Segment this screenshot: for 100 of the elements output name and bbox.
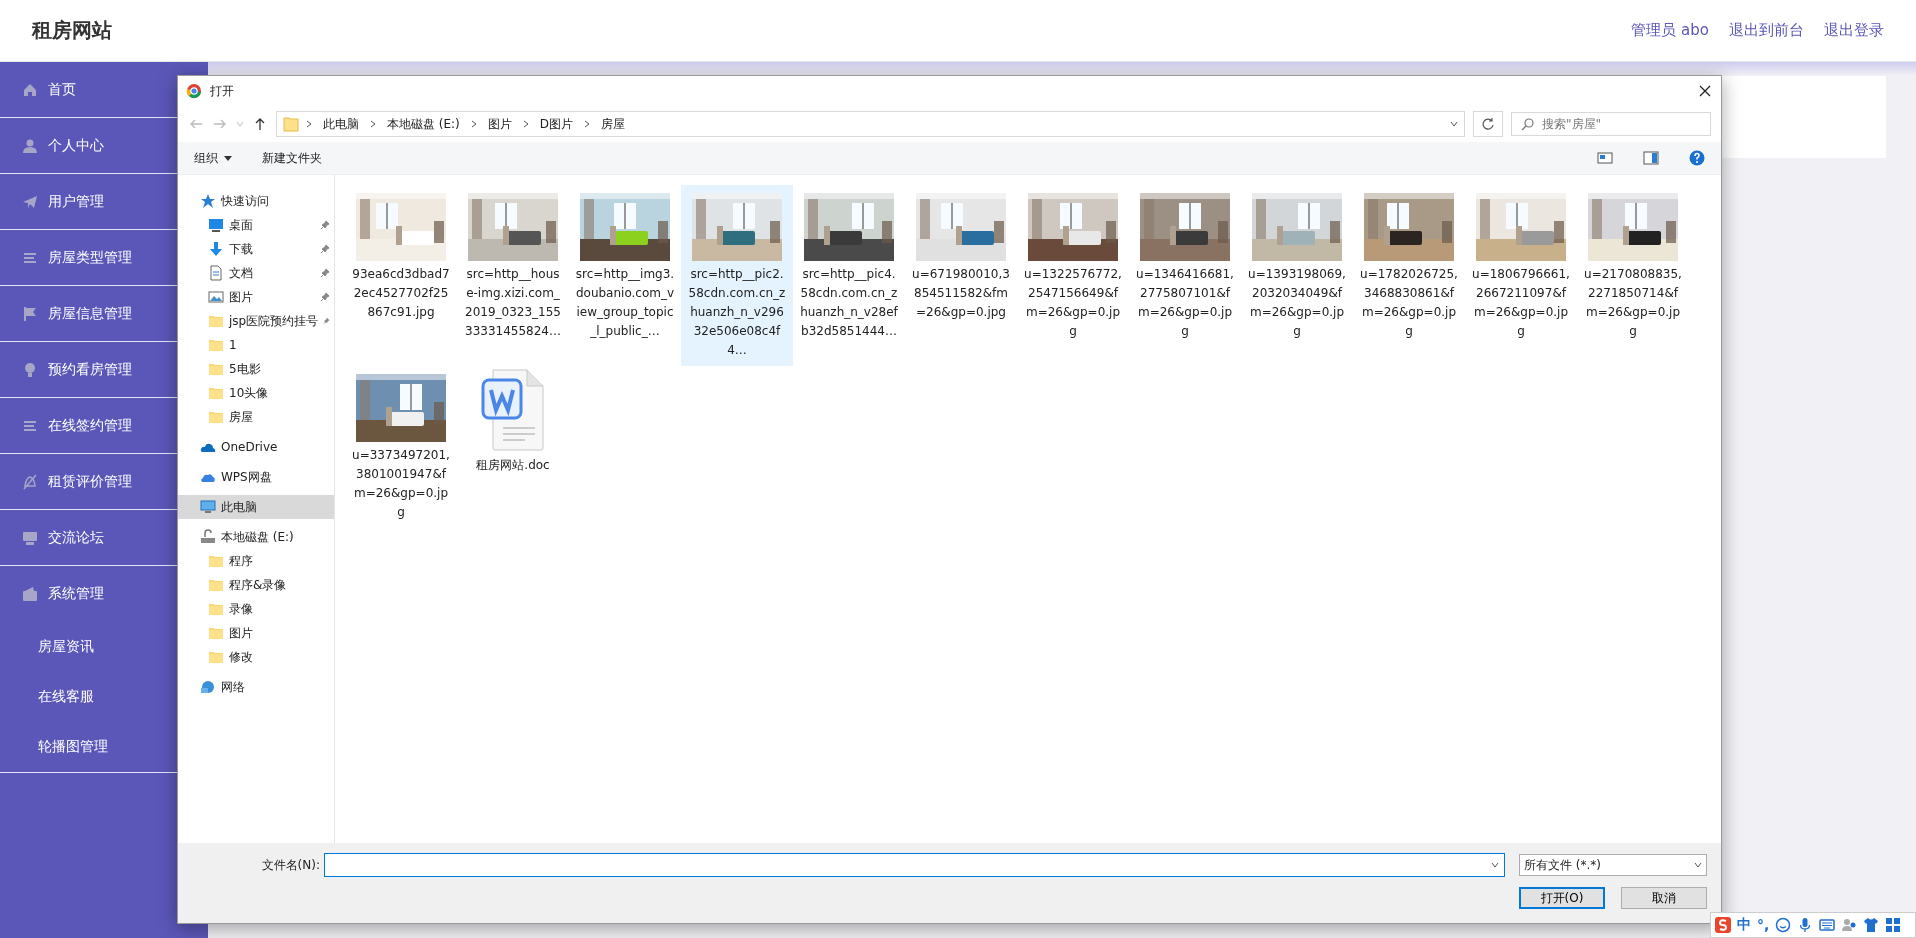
pictures-icon xyxy=(208,289,224,305)
search-icon xyxy=(1520,116,1536,132)
site-title: 租房网站 xyxy=(32,17,113,44)
file-name: src=http__pic2.58cdn.com.cn_zhuanzh_n_v29632e506e08c4f4… xyxy=(687,266,787,359)
file-name: u=1322576772,2547156649&fm=26&gp=0.jpg xyxy=(1023,266,1123,340)
menu-icon xyxy=(22,193,38,210)
chevron-icon xyxy=(583,120,592,128)
file-item[interactable]: src=http__pic2.58cdn.com.cn_zhuanzh_n_v29632e506e08c4f4… xyxy=(681,185,793,366)
grid-icon[interactable] xyxy=(1885,917,1902,933)
folder-icon xyxy=(208,313,224,329)
header-link[interactable]: 管理员 abo xyxy=(1631,21,1709,40)
file-item[interactable]: u=1346416681,2775807101&fm=26&gp=0.jpg xyxy=(1129,185,1241,366)
new-folder-button[interactable]: 新建文件夹 xyxy=(262,149,322,167)
chevron-icon xyxy=(369,120,377,128)
file-item[interactable]: u=671980010,3854511582&fm=26&gp=0.jpg xyxy=(905,185,1017,366)
file-name: u=3373497201,3801001947&fm=26&gp=0.jpg xyxy=(351,447,451,521)
header-link[interactable]: 退出登录 xyxy=(1824,21,1884,40)
file-item[interactable]: u=1806796661,2667211097&fm=26&gp=0.jpg xyxy=(1465,185,1577,366)
network-icon xyxy=(200,679,216,695)
refresh-button[interactable] xyxy=(1473,111,1503,137)
refresh-icon xyxy=(1480,116,1496,132)
shirt-icon[interactable] xyxy=(1863,917,1880,933)
view-icon[interactable] xyxy=(1597,150,1613,166)
menu-icon xyxy=(22,529,38,546)
file-item[interactable]: src=http__img3.doubanio.com_view_group_topic_l_public_… xyxy=(569,185,681,366)
menu-icon xyxy=(22,473,38,490)
browser-icon xyxy=(186,83,202,99)
quick-icon xyxy=(200,193,216,209)
address-bar[interactable]: 此电脑 本地磁盘 (E:) 图片 D图片 房屋 xyxy=(276,111,1465,137)
dropdown-caret-icon[interactable] xyxy=(1491,861,1499,869)
keyboard-icon[interactable] xyxy=(1819,917,1836,933)
folder-icon xyxy=(208,337,224,353)
drive-icon xyxy=(200,529,216,545)
help-icon[interactable] xyxy=(1689,150,1705,166)
nav-item[interactable]: 图片 xyxy=(178,621,334,645)
menu-icon xyxy=(22,586,38,602)
people-icon[interactable] xyxy=(1841,917,1858,933)
breadcrumb[interactable]: D图片 xyxy=(535,115,578,133)
file-type-select[interactable]: 所有文件 (*.*) xyxy=(1519,854,1707,876)
dropdown-caret-icon[interactable] xyxy=(1450,120,1458,128)
download-icon xyxy=(208,241,224,257)
folder-icon xyxy=(283,116,299,132)
nav-item[interactable]: 此电脑 xyxy=(178,495,334,519)
folder-icon xyxy=(208,361,224,377)
header-link[interactable]: 退出到前台 xyxy=(1729,21,1804,40)
file-item[interactable]: u=3373497201,3801001947&fm=26&gp=0.jpg xyxy=(345,366,457,528)
breadcrumb[interactable]: 此电脑 xyxy=(319,115,363,133)
file-name: u=671980010,3854511582&fm=26&gp=0.jpg xyxy=(911,266,1011,321)
ime-mode[interactable]: 中 xyxy=(1737,916,1751,934)
filename-field[interactable] xyxy=(324,853,1505,877)
file-item[interactable]: u=2170808835,2271850714&fm=26&gp=0.jpg xyxy=(1577,185,1689,366)
dialog-button[interactable]: 打开(O) xyxy=(1519,887,1605,909)
dialog-button[interactable]: 取消 xyxy=(1621,887,1707,909)
file-name: u=1346416681,2775807101&fm=26&gp=0.jpg xyxy=(1135,266,1235,340)
smiley-icon[interactable] xyxy=(1775,917,1792,933)
file-name: u=1806796661,2667211097&fm=26&gp=0.jpg xyxy=(1471,266,1571,340)
caret-icon xyxy=(224,154,232,162)
nav-item[interactable]: 网络 xyxy=(178,675,334,699)
menu-icon xyxy=(22,137,38,154)
field-label: 文件名(N): xyxy=(260,856,320,874)
file-item[interactable]: src=http__pic4.58cdn.com.cn_zhuanzh_n_v28efb32d5851444… xyxy=(793,185,905,366)
file-item[interactable]: src=http__house-img.xizi.com_2019_0323_15533331455824… xyxy=(457,185,569,366)
file-name: u=1393198069,2032034049&fm=26&gp=0.jpg xyxy=(1247,266,1347,340)
menu-icon xyxy=(22,361,38,378)
file-name: src=http__img3.doubanio.com_view_group_topic_l_public_… xyxy=(575,266,675,340)
file-item[interactable]: 租房网站.doc xyxy=(457,366,569,528)
file-name: 租房网站.doc xyxy=(475,457,551,474)
desktop-icon xyxy=(208,217,224,233)
file-item[interactable]: u=1782026725,3468830861&fm=26&gp=0.jpg xyxy=(1353,185,1465,366)
breadcrumb[interactable]: 房屋 xyxy=(597,115,630,133)
file-name: u=1782026725,3468830861&fm=26&gp=0.jpg xyxy=(1359,266,1459,340)
ime-punctuation[interactable]: °, xyxy=(1757,917,1770,933)
chevron-icon xyxy=(521,120,530,128)
folder-icon xyxy=(208,649,224,665)
nav-item[interactable]: 修改 xyxy=(178,645,334,669)
close-icon[interactable] xyxy=(1697,83,1713,99)
file-name: src=http__pic4.58cdn.com.cn_zhuanzh_n_v28efb32d5851444… xyxy=(799,266,899,340)
input-method-logo-icon xyxy=(1715,917,1731,933)
menu-icon xyxy=(22,81,38,98)
dialog-title: 打开 xyxy=(210,82,235,100)
file-name: 93ea6cd3dbad72ec4527702f25867c91.jpg xyxy=(351,266,451,321)
file-item[interactable]: 93ea6cd3dbad72ec4527702f25867c91.jpg xyxy=(345,185,457,366)
menu-icon xyxy=(22,305,38,322)
file-name: u=2170808835,2271850714&fm=26&gp=0.jpg xyxy=(1583,266,1683,340)
breadcrumb[interactable]: 图片 xyxy=(483,115,516,133)
search-field[interactable]: 搜索"房屋" xyxy=(1542,117,1702,131)
breadcrumb[interactable]: 本地磁盘 (E:) xyxy=(383,115,464,133)
pc-icon xyxy=(200,499,216,515)
file-item[interactable]: u=1393198069,2032034049&fm=26&gp=0.jpg xyxy=(1241,185,1353,366)
folder-icon xyxy=(208,385,224,401)
file-item[interactable]: u=1322576772,2547156649&fm=26&gp=0.jpg xyxy=(1017,185,1129,366)
document-icon xyxy=(208,265,224,281)
search-box[interactable]: 搜索"房屋" xyxy=(1511,112,1711,136)
folder-icon xyxy=(208,577,224,593)
preview-pane-icon[interactable] xyxy=(1643,150,1659,166)
dropdown-caret-icon xyxy=(1694,861,1702,869)
folder-icon xyxy=(208,601,224,617)
chevron-icon xyxy=(469,120,478,128)
chevron-icon xyxy=(305,120,313,128)
file-name: src=http__house-img.xizi.com_2019_0323_15533331455824… xyxy=(464,266,562,340)
